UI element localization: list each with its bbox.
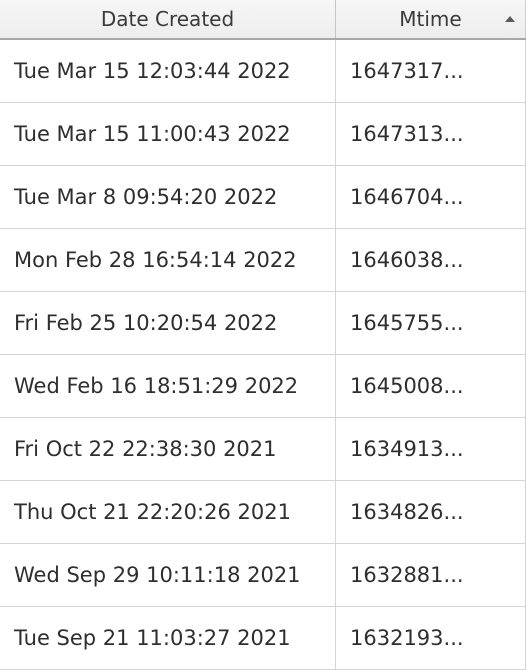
table-row[interactable]: Thu Oct 21 22:20:26 20211634826... — [0, 481, 526, 544]
cell-mtime: 1647317... — [336, 40, 526, 102]
cell-mtime: 1632193... — [336, 607, 526, 669]
cell-date-created: Thu Oct 21 22:20:26 2021 — [0, 481, 336, 543]
table-row[interactable]: Fri Feb 25 10:20:54 20221645755... — [0, 292, 526, 355]
cell-date-created: Wed Sep 29 10:11:18 2021 — [0, 544, 336, 606]
cell-mtime: 1634913... — [336, 418, 526, 480]
cell-mtime: 1645755... — [336, 292, 526, 354]
column-header-label: Date Created — [101, 7, 234, 31]
file-table: Date Created Mtime Tue Mar 15 12:03:44 2… — [0, 0, 526, 670]
table-row[interactable]: Fri Oct 22 22:38:30 20211634913... — [0, 418, 526, 481]
cell-mtime: 1647313... — [336, 103, 526, 165]
cell-mtime: 1634826... — [336, 481, 526, 543]
table-header-row: Date Created Mtime — [0, 0, 526, 40]
cell-date-created: Tue Mar 15 11:00:43 2022 — [0, 103, 336, 165]
table-row[interactable]: Tue Mar 8 09:54:20 20221646704... — [0, 166, 526, 229]
table-row[interactable]: Wed Feb 16 18:51:29 20221645008... — [0, 355, 526, 418]
table-row[interactable]: Tue Mar 15 11:00:43 20221647313... — [0, 103, 526, 166]
table-row[interactable]: Mon Feb 28 16:54:14 20221646038... — [0, 229, 526, 292]
cell-date-created: Fri Oct 22 22:38:30 2021 — [0, 418, 336, 480]
table-row[interactable]: Wed Sep 29 10:11:18 20211632881... — [0, 544, 526, 607]
table-body: Tue Mar 15 12:03:44 20221647317...Tue Ma… — [0, 40, 526, 670]
cell-mtime: 1646704... — [336, 166, 526, 228]
cell-date-created: Mon Feb 28 16:54:14 2022 — [0, 229, 336, 291]
cell-date-created: Tue Mar 8 09:54:20 2022 — [0, 166, 336, 228]
table-row[interactable]: Tue Mar 15 12:03:44 20221647317... — [0, 40, 526, 103]
cell-date-created: Wed Feb 16 18:51:29 2022 — [0, 355, 336, 417]
column-header-label: Mtime — [399, 7, 461, 31]
sort-ascending-icon — [505, 16, 515, 22]
cell-date-created: Tue Mar 15 12:03:44 2022 — [0, 40, 336, 102]
cell-mtime: 1645008... — [336, 355, 526, 417]
column-header-date-created[interactable]: Date Created — [0, 0, 336, 38]
table-row[interactable]: Tue Sep 21 11:03:27 20211632193... — [0, 607, 526, 670]
cell-date-created: Fri Feb 25 10:20:54 2022 — [0, 292, 336, 354]
cell-mtime: 1646038... — [336, 229, 526, 291]
cell-date-created: Tue Sep 21 11:03:27 2021 — [0, 607, 336, 669]
cell-mtime: 1632881... — [336, 544, 526, 606]
column-header-mtime[interactable]: Mtime — [336, 0, 526, 38]
